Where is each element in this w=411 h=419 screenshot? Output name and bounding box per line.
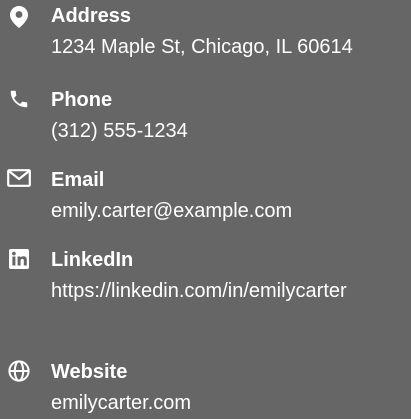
map-pin-icon xyxy=(7,5,31,29)
contact-label: Email xyxy=(51,169,105,191)
phone-value: (312) 555-1234 xyxy=(51,120,188,142)
contact-label: Website xyxy=(51,361,128,383)
globe-icon xyxy=(7,359,31,383)
website-value[interactable]: emilycarter.com xyxy=(51,388,411,419)
phone-icon xyxy=(7,87,31,111)
linkedin-icon xyxy=(7,247,31,271)
email-value: emily.carter@example.com xyxy=(51,200,293,222)
contact-label: Address xyxy=(51,5,132,27)
contact-label: LinkedIn xyxy=(51,249,134,271)
address-value: 1234 Maple St, Chicago, IL 60614 xyxy=(51,36,353,58)
linkedin-value[interactable]: https://linkedin.com/in/emilycarter xyxy=(51,276,411,307)
contact-label: Phone xyxy=(51,89,113,111)
envelope-icon xyxy=(7,166,31,190)
